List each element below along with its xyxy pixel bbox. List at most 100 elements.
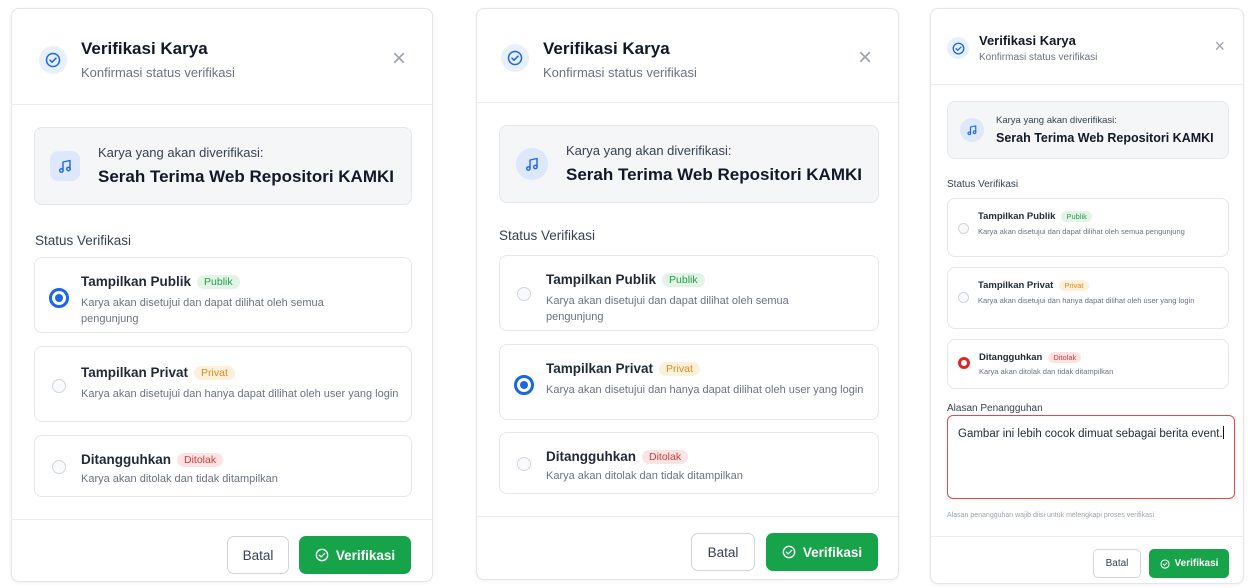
radio-public[interactable] bbox=[49, 288, 69, 308]
option-public[interactable]: Tampilkan Publik Publik Karya akan disetu… bbox=[499, 255, 879, 331]
reason-text: Gambar ini lebih cocok dimuat sebagai be… bbox=[958, 428, 1223, 440]
dialog-footer: Batal Verifikasi bbox=[931, 536, 1243, 583]
check-circle-icon bbox=[315, 548, 329, 562]
check-circle-icon bbox=[947, 37, 969, 59]
verify-label: Verifikasi bbox=[335, 547, 396, 563]
option-title-row: Ditangguhkan Ditolak bbox=[979, 352, 1113, 363]
option-desc: Karya akan disetujui dan dapat dilihat o… bbox=[81, 297, 324, 326]
badge-private: Privat bbox=[659, 362, 700, 377]
option-title-row: Tampilkan Publik Publik bbox=[81, 274, 381, 290]
badge-public: Publik bbox=[1061, 211, 1092, 222]
badge-public: Publik bbox=[662, 273, 705, 288]
option-private[interactable]: Tampilkan Privat Privat Karya akan disetu… bbox=[499, 344, 879, 420]
check-circle-icon bbox=[1159, 558, 1170, 569]
work-title: Serah Terima Web Repositori KAMKI bbox=[566, 165, 862, 184]
check-circle-icon bbox=[501, 44, 529, 72]
option-title: Ditangguhkan bbox=[81, 452, 171, 467]
music-note-icon bbox=[50, 151, 80, 181]
close-icon[interactable]: × bbox=[392, 47, 406, 71]
verify-button[interactable]: Verifikasi bbox=[766, 533, 878, 571]
text-caret bbox=[1222, 426, 1224, 439]
radio-private[interactable] bbox=[52, 379, 66, 393]
dialog-title: Verifikasi Karya bbox=[979, 33, 1076, 48]
work-info-box: Karya yang akan diverifikasi: Serah Teri… bbox=[34, 127, 412, 205]
option-title-row: Tampilkan Publik Publik bbox=[978, 211, 1208, 222]
option-title: Tampilkan Publik bbox=[978, 211, 1056, 223]
badge-rejected: Ditolak bbox=[177, 453, 224, 468]
radio-suspend[interactable] bbox=[958, 357, 970, 369]
reason-label: Alasan Penangguhan bbox=[947, 403, 1043, 414]
check-circle-icon bbox=[782, 545, 796, 559]
dialog-title: Verifikasi Karya bbox=[81, 39, 208, 58]
dialog-title: Verifikasi Karya bbox=[543, 39, 670, 58]
badge-private: Privat bbox=[1059, 280, 1089, 291]
option-title: Tampilkan Privat bbox=[81, 365, 189, 380]
badge-private: Privat bbox=[194, 366, 235, 381]
option-title: Ditangguhkan bbox=[546, 449, 636, 464]
cancel-button[interactable]: Batal bbox=[1093, 549, 1141, 578]
option-title-row: Tampilkan Publik Publik bbox=[546, 272, 846, 288]
dialog-footer: Batal Verifikasi bbox=[477, 516, 898, 579]
work-label: Karya yang akan diverifikasi: bbox=[98, 145, 264, 160]
option-desc: Karya akan disetujui dan hanya dapat dil… bbox=[978, 296, 1195, 306]
radio-private[interactable] bbox=[958, 292, 969, 303]
cancel-button[interactable]: Batal bbox=[227, 536, 289, 574]
option-title-row: Tampilkan Privat Privat bbox=[978, 280, 1230, 291]
option-title: Tampilkan Publik bbox=[546, 272, 657, 287]
option-title: Tampilkan Privat bbox=[546, 361, 654, 376]
option-desc: Karya akan disetujui dan hanya dapat dil… bbox=[81, 388, 399, 401]
verify-button[interactable]: Verifikasi bbox=[299, 536, 411, 574]
option-title-row: Tampilkan Privat Privat bbox=[81, 365, 401, 381]
option-private[interactable]: Tampilkan Privat Privat Karya akan disetu… bbox=[947, 267, 1229, 329]
close-icon[interactable]: × bbox=[858, 46, 872, 70]
music-note-icon bbox=[516, 148, 548, 180]
option-desc: Karya akan disetujui dan dapat dilihat o… bbox=[978, 227, 1185, 237]
radio-suspend[interactable] bbox=[517, 457, 531, 471]
radio-private[interactable] bbox=[514, 375, 534, 395]
verification-dialog-private: Verifikasi Karya Konfirmasi status verif… bbox=[476, 8, 899, 580]
cancel-button[interactable]: Batal bbox=[691, 533, 755, 571]
option-desc: Karya akan ditolak dan tidak ditampilkan bbox=[81, 473, 278, 486]
option-title: Tampilkan Privat bbox=[978, 280, 1054, 292]
close-icon[interactable]: × bbox=[1214, 37, 1225, 55]
work-info-box: Karya yang akan diverifikasi: Serah Teri… bbox=[499, 125, 879, 203]
option-private[interactable]: Tampilkan Privat Privat Karya akan disetu… bbox=[34, 346, 412, 422]
option-title: Tampilkan Publik bbox=[81, 274, 192, 289]
work-title: Serah Terima Web Repositori KAMKI bbox=[98, 167, 394, 186]
status-label: Status Verifikasi bbox=[35, 233, 132, 248]
dialog-subtitle: Konfirmasi status verifikasi bbox=[979, 52, 1098, 63]
option-public[interactable]: Tampilkan Publik Publik Karya akan disetu… bbox=[947, 198, 1229, 257]
option-desc: Karya akan disetujui dan hanya dapat dil… bbox=[546, 384, 864, 397]
option-title: Ditangguhkan bbox=[979, 352, 1043, 364]
verify-label: Verifikasi bbox=[802, 544, 863, 560]
dialog-header: Verifikasi Karya Konfirmasi status verif… bbox=[477, 9, 898, 103]
option-title-row: Ditangguhkan Ditolak bbox=[546, 449, 743, 465]
dialog-header: Verifikasi Karya Konfirmasi status verif… bbox=[931, 9, 1243, 85]
option-title-row: Ditangguhkan Ditolak bbox=[81, 452, 278, 468]
option-suspend[interactable]: Ditangguhkan Ditolak Karya akan ditolak d… bbox=[499, 432, 879, 494]
status-label: Status Verifikasi bbox=[499, 228, 596, 243]
verify-button[interactable]: Verifikasi bbox=[1149, 549, 1229, 578]
work-title: Serah Terima Web Repositori KAMKI bbox=[996, 131, 1214, 145]
option-suspend[interactable]: Ditangguhkan Ditolak Karya akan ditolak d… bbox=[947, 339, 1229, 389]
radio-public[interactable] bbox=[958, 223, 969, 234]
option-desc: Karya akan ditolak dan tidak ditampilkan bbox=[546, 470, 743, 483]
dialog-subtitle: Konfirmasi status verifikasi bbox=[543, 65, 697, 80]
option-public[interactable]: Tampilkan Publik Publik Karya akan disetu… bbox=[34, 257, 412, 333]
reason-hint: Alasan penangguhan wajib diisi untuk mel… bbox=[947, 512, 1155, 519]
work-label: Karya yang akan diverifikasi: bbox=[996, 115, 1117, 126]
dialog-subtitle: Konfirmasi status verifikasi bbox=[81, 65, 235, 80]
radio-public[interactable] bbox=[517, 287, 531, 301]
verify-label: Verifikasi bbox=[1174, 558, 1219, 569]
badge-public: Publik bbox=[197, 275, 240, 290]
verification-dialog-suspend: Verifikasi Karya Konfirmasi status verif… bbox=[930, 8, 1244, 584]
work-info-box: Karya yang akan diverifikasi: Serah Teri… bbox=[947, 101, 1229, 159]
radio-suspend[interactable] bbox=[52, 460, 66, 474]
dialog-footer: Batal Verifikasi bbox=[12, 519, 432, 581]
reason-textarea[interactable]: Gambar ini lebih cocok dimuat sebagai be… bbox=[947, 415, 1235, 499]
work-label: Karya yang akan diverifikasi: bbox=[566, 143, 732, 158]
option-suspend[interactable]: Ditangguhkan Ditolak Karya akan ditolak d… bbox=[34, 435, 412, 497]
status-label: Status Verifikasi bbox=[947, 179, 1019, 190]
check-circle-icon bbox=[39, 46, 67, 74]
option-desc: Karya akan disetujui dan dapat dilihat o… bbox=[546, 295, 789, 324]
